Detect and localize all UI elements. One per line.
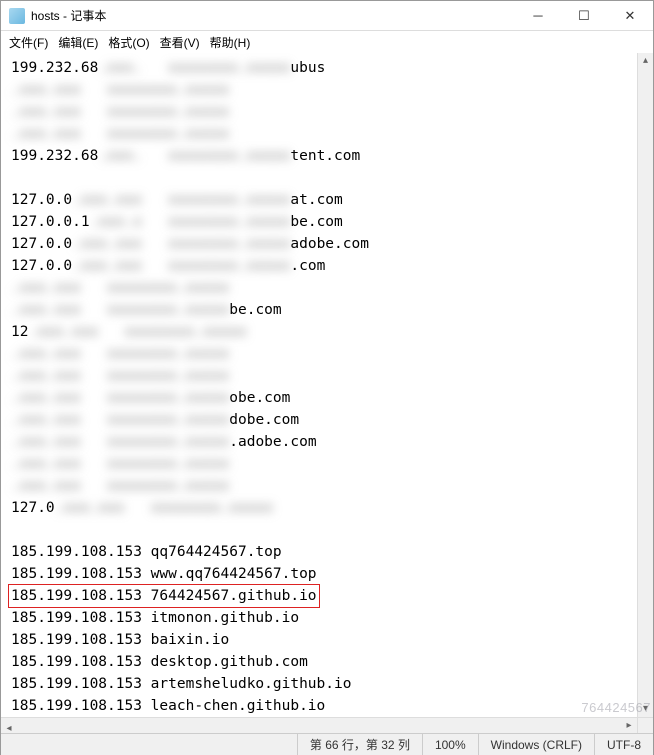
- text-line: 185.199.108.153 baixin.io: [11, 629, 627, 651]
- text-line: 185.199.108.153 desktop.github.com: [11, 651, 627, 673]
- text-line-obscured: .xxx.xxx xxxxxxxx.xxxxx: [11, 123, 627, 145]
- close-button[interactable]: ✕: [607, 1, 653, 30]
- menu-view[interactable]: 查看(V): [160, 34, 200, 51]
- text-line: 185.199.108.153 764424567.github.io: [11, 585, 627, 607]
- vertical-scrollbar[interactable]: ▴ ▾: [637, 53, 653, 717]
- text-line: 185.199.108.153 itmonon.github.io: [11, 607, 627, 629]
- statusbar: 第 66 行，第 32 列 100% Windows (CRLF) UTF-8: [1, 733, 653, 755]
- text-line-obscured: .xxx.xxx xxxxxxxx.xxxxx: [11, 277, 627, 299]
- scroll-right-icon[interactable]: ▸: [621, 718, 637, 733]
- scrollbar-corner: [637, 717, 653, 733]
- text-line-obscured: 127.0.xxx.xxx xxxxxxxx.xxxxx: [11, 497, 627, 519]
- text-content[interactable]: 199.232.68.xxx. xxxxxxxx.xxxxxubus.xxx.x…: [1, 53, 637, 717]
- text-line-obscured: .xxx.xxx xxxxxxxx.xxxxxbe.com: [11, 299, 627, 321]
- text-line-obscured: 127.0.0.xxx.xxx xxxxxxxx.xxxxx.com: [11, 255, 627, 277]
- scroll-up-icon[interactable]: ▴: [638, 53, 653, 69]
- editor-area: 199.232.68.xxx. xxxxxxxx.xxxxxubus.xxx.x…: [1, 53, 653, 733]
- text-line-obscured: 127.0.0.xxx.xxx xxxxxxxx.xxxxxadobe.com: [11, 233, 627, 255]
- menu-help[interactable]: 帮助(H): [210, 34, 251, 51]
- highlighted-entry: 185.199.108.153 764424567.github.io: [8, 584, 320, 608]
- status-zoom: 100%: [422, 734, 478, 755]
- text-line: 185.199.108.153 www.qq764424567.top: [11, 563, 627, 585]
- window-title: hosts - 记事本: [31, 7, 515, 24]
- menubar: 文件(F) 编辑(E) 格式(O) 查看(V) 帮助(H): [1, 31, 653, 53]
- menu-file[interactable]: 文件(F): [9, 34, 48, 51]
- horizontal-scrollbar[interactable]: ◂ ▸: [1, 717, 637, 733]
- minimize-button[interactable]: ─: [515, 1, 561, 30]
- maximize-button[interactable]: ☐: [561, 1, 607, 30]
- text-line: 185.199.108.153 artemsheludko.github.io: [11, 673, 627, 695]
- text-line-obscured: 199.232.68.xxx. xxxxxxxx.xxxxxubus: [11, 57, 627, 79]
- text-line-obscured: 199.232.68.xxx. xxxxxxxx.xxxxxtent.com: [11, 145, 627, 167]
- text-line-obscured: 12.xxx.xxx xxxxxxxx.xxxxx: [11, 321, 627, 343]
- status-position: 第 66 行，第 32 列: [297, 734, 422, 755]
- text-line-obscured: .xxx.xxx xxxxxxxx.xxxxx: [11, 79, 627, 101]
- menu-format[interactable]: 格式(O): [108, 34, 149, 51]
- status-encoding: UTF-8: [594, 734, 653, 755]
- window-controls: ─ ☐ ✕: [515, 1, 653, 30]
- menu-edit[interactable]: 编辑(E): [58, 34, 98, 51]
- text-line-obscured: .xxx.xxx xxxxxxxx.xxxxxobe.com: [11, 387, 627, 409]
- scroll-left-icon[interactable]: ◂: [1, 721, 17, 733]
- text-line-obscured: .xxx.xxx xxxxxxxx.xxxxx: [11, 343, 627, 365]
- text-line-obscured: .xxx.xxx xxxxxxxx.xxxxxdobe.com: [11, 409, 627, 431]
- text-line-obscured: .xxx.xxx xxxxxxxx.xxxxx: [11, 101, 627, 123]
- text-line-obscured: .xxx.xxx xxxxxxxx.xxxxx: [11, 365, 627, 387]
- text-line: 185.199.108.153 leach-chen.github.io: [11, 695, 627, 717]
- titlebar: hosts - 记事本 ─ ☐ ✕: [1, 1, 653, 31]
- text-line-obscured: 127.0.0.xxx.xxx xxxxxxxx.xxxxxat.com: [11, 189, 627, 211]
- text-line-obscured: .xxx.xxx xxxxxxxx.xxxxx.adobe.com: [11, 431, 627, 453]
- scroll-down-icon[interactable]: ▾: [638, 701, 653, 717]
- text-line-obscured: 127.0.0.1.xxx.x xxxxxxxx.xxxxxbe.com: [11, 211, 627, 233]
- text-line-obscured: .xxx.xxx xxxxxxxx.xxxxx: [11, 475, 627, 497]
- notepad-icon: [9, 8, 25, 24]
- text-line-obscured: .xxx.xxx xxxxxxxx.xxxxx: [11, 453, 627, 475]
- text-line: 185.199.108.153 qq764424567.top: [11, 541, 627, 563]
- status-eol: Windows (CRLF): [478, 734, 594, 755]
